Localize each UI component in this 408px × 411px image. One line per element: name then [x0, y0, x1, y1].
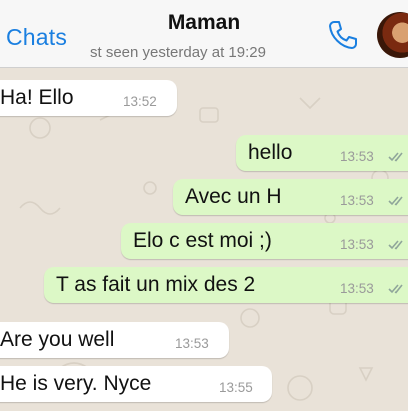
- message-bubble-outgoing[interactable]: hello 13:53: [236, 135, 408, 171]
- message-time: 13:53: [340, 237, 374, 252]
- message-time: 13:55: [219, 380, 253, 395]
- message-time: 13:53: [340, 149, 374, 164]
- message-time: 13:53: [175, 336, 209, 351]
- message-text: Ha! Ello: [0, 86, 74, 109]
- message-time: 13:53: [340, 193, 374, 208]
- message-bubble-outgoing[interactable]: T as fait un mix des 2 13:53: [44, 267, 408, 303]
- message-text: Avec un H: [185, 185, 282, 208]
- message-time: 13:52: [123, 94, 157, 109]
- read-ticks-icon: [388, 240, 403, 250]
- chat-header: Chats Maman st seen yesterday at 19:29: [0, 0, 408, 68]
- message-bubble-incoming[interactable]: He is very. Nyce 13:55: [0, 366, 272, 402]
- message-text: T as fait un mix des 2: [56, 273, 256, 296]
- phone-call-icon[interactable]: [326, 18, 360, 52]
- message-text: Are you well: [0, 328, 115, 351]
- message-bubble-incoming[interactable]: Are you well 13:53: [0, 322, 229, 358]
- message-bubble-outgoing[interactable]: Avec un H 13:53: [173, 179, 408, 215]
- read-ticks-icon: [388, 284, 403, 294]
- last-seen-status: st seen yesterday at 19:29: [90, 44, 266, 61]
- message-bubble-incoming[interactable]: Ha! Ello 13:52: [0, 80, 177, 116]
- message-list[interactable]: Ha! Ello 13:52 hello 13:53 Avec un H 13:…: [0, 68, 408, 411]
- read-ticks-icon: [388, 152, 403, 162]
- read-ticks-icon: [388, 196, 403, 206]
- message-text: He is very. Nyce: [0, 372, 152, 395]
- message-text: hello: [248, 141, 293, 164]
- message-time: 13:53: [340, 281, 374, 296]
- message-text: Elo c est moi ;): [133, 229, 272, 252]
- message-bubble-outgoing[interactable]: Elo c est moi ;) 13:53: [121, 223, 408, 259]
